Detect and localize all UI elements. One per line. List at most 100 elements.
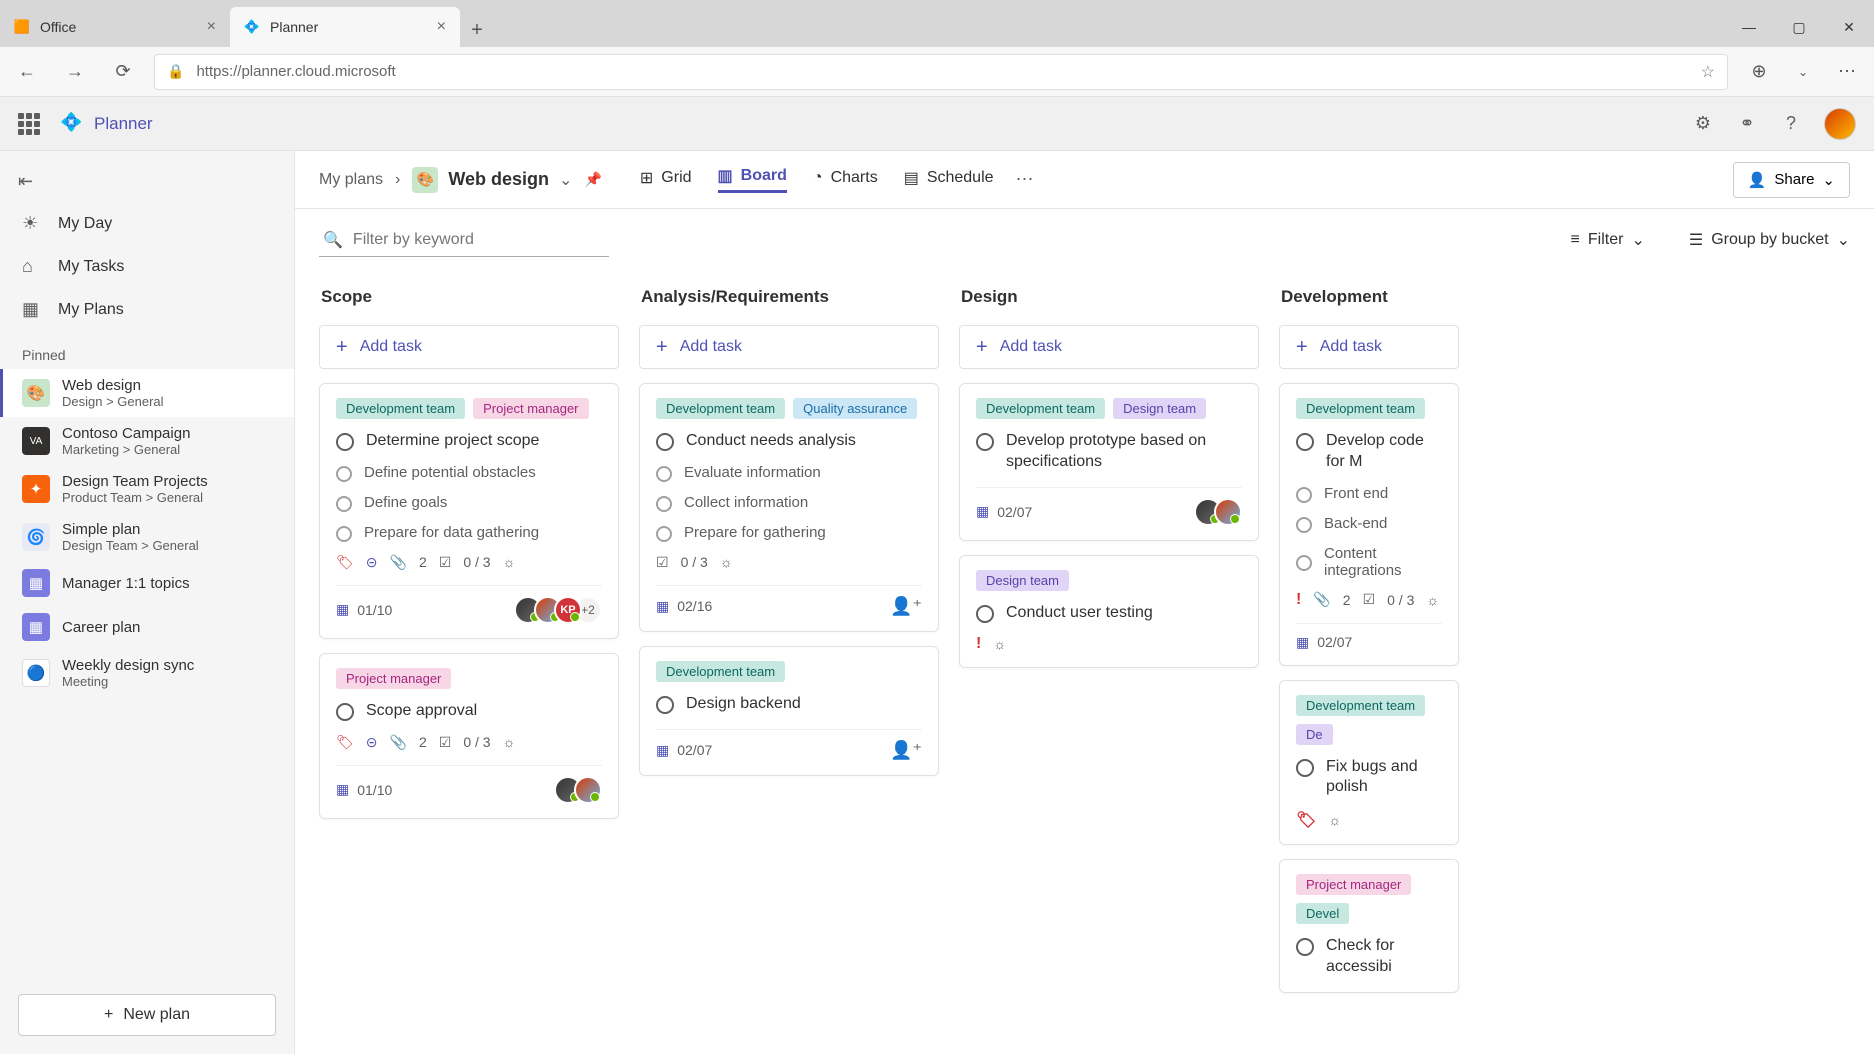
- assignee-avatars[interactable]: [554, 776, 602, 804]
- assign-icon[interactable]: 👤⁺: [890, 596, 922, 617]
- office-favicon: 🟧: [14, 19, 30, 35]
- task-card[interactable]: Development teamDesign team Develop prot…: [959, 383, 1259, 541]
- complete-checkbox[interactable]: [1296, 759, 1314, 777]
- subtask-checkbox[interactable]: [656, 526, 672, 542]
- subtask-checkbox[interactable]: [1296, 517, 1312, 533]
- pin-icon[interactable]: 📌: [584, 171, 601, 188]
- settings-icon[interactable]: ⚙: [1692, 113, 1714, 135]
- complete-checkbox[interactable]: [1296, 433, 1314, 451]
- subtask-checkbox[interactable]: [336, 466, 352, 482]
- sidebar-plan-simple[interactable]: 🌀 Simple plan Design Team > General: [0, 513, 294, 561]
- complete-checkbox[interactable]: [656, 433, 674, 451]
- board[interactable]: Scope +Add task Development teamProject …: [295, 271, 1874, 1054]
- browser-tab-planner[interactable]: 💠 Planner ×: [230, 7, 460, 47]
- sidebar-plan-career[interactable]: ▦ Career plan: [0, 605, 294, 649]
- maximize-button[interactable]: ▢: [1774, 7, 1824, 47]
- task-card[interactable]: Development team Design backend ▦02/07 👤…: [639, 646, 939, 776]
- complete-checkbox[interactable]: [976, 605, 994, 623]
- subtask-checkbox[interactable]: [656, 466, 672, 482]
- people-icon[interactable]: ⚭: [1736, 113, 1758, 135]
- assignee-avatars[interactable]: [1194, 498, 1242, 526]
- filter-button[interactable]: ≡ Filter ⌄: [1571, 230, 1645, 250]
- group-by-button[interactable]: ☰ Group by bucket ⌄: [1689, 230, 1850, 250]
- complete-checkbox[interactable]: [656, 696, 674, 714]
- subtask-checkbox[interactable]: [656, 496, 672, 512]
- subtask-checkbox[interactable]: [336, 526, 352, 542]
- complete-checkbox[interactable]: [336, 433, 354, 451]
- new-plan-button[interactable]: + New plan: [18, 994, 276, 1036]
- subtask-row[interactable]: Define goals: [336, 494, 602, 512]
- filter-search[interactable]: 🔍: [319, 224, 609, 257]
- task-card[interactable]: Development team Develop code for M Fron…: [1279, 383, 1459, 666]
- task-card[interactable]: Development teamQuality assurance Conduc…: [639, 383, 939, 632]
- breadcrumb-root[interactable]: My plans: [319, 171, 383, 189]
- complete-checkbox[interactable]: [1296, 938, 1314, 956]
- plan-icon: 🔵: [22, 659, 50, 687]
- close-window-button[interactable]: ✕: [1824, 7, 1874, 47]
- subtask-row[interactable]: Front end: [1296, 485, 1442, 503]
- bucket-title[interactable]: Development: [1279, 283, 1459, 311]
- share-button[interactable]: 👤 Share ⌄: [1733, 162, 1850, 198]
- help-icon[interactable]: ?: [1780, 113, 1802, 135]
- user-avatar[interactable]: [1824, 108, 1856, 140]
- add-task-button[interactable]: +Add task: [959, 325, 1259, 369]
- minimize-button[interactable]: —: [1724, 7, 1774, 47]
- sidebar-item-my-day[interactable]: ☀ My Day: [0, 202, 294, 245]
- subtask-row[interactable]: Prepare for gathering: [656, 524, 922, 542]
- sidebar-plan-weekly-sync[interactable]: 🔵 Weekly design sync Meeting: [0, 649, 294, 697]
- sidebar-plan-design-team[interactable]: ✦ Design Team Projects Product Team > Ge…: [0, 465, 294, 513]
- sidebar-item-my-plans[interactable]: ▦ My Plans: [0, 288, 294, 331]
- filter-input[interactable]: [353, 231, 605, 249]
- favorite-icon[interactable]: ☆: [1701, 62, 1715, 82]
- back-button[interactable]: ←: [10, 55, 44, 89]
- view-grid[interactable]: ⊞Grid: [640, 166, 692, 193]
- subtask-row[interactable]: Back-end: [1296, 515, 1442, 533]
- complete-checkbox[interactable]: [976, 433, 994, 451]
- task-card[interactable]: Development teamDe Fix bugs and polish 🏷…: [1279, 680, 1459, 846]
- task-card[interactable]: Development teamProject manager Determin…: [319, 383, 619, 639]
- more-icon[interactable]: ⋯: [1016, 169, 1034, 190]
- new-tab-button[interactable]: +: [460, 13, 494, 47]
- subtask-row[interactable]: Evaluate information: [656, 464, 922, 482]
- subtask-checkbox[interactable]: [1296, 487, 1312, 503]
- subtask-checkbox[interactable]: [336, 496, 352, 512]
- assignee-avatars[interactable]: KP +2: [514, 596, 602, 624]
- url-input[interactable]: 🔒 https://planner.cloud.microsoft ☆: [154, 54, 1728, 90]
- forward-button[interactable]: →: [58, 55, 92, 89]
- sidebar-plan-manager-11[interactable]: ▦ Manager 1:1 topics: [0, 561, 294, 605]
- bucket-title[interactable]: Design: [959, 283, 1259, 311]
- close-tab-icon[interactable]: ×: [207, 18, 216, 36]
- subtask-row[interactable]: Collect information: [656, 494, 922, 512]
- view-schedule[interactable]: ▤Schedule: [904, 166, 994, 193]
- sidebar-item-my-tasks[interactable]: ⌂ My Tasks: [0, 245, 294, 288]
- subtask-row[interactable]: Prepare for data gathering: [336, 524, 602, 542]
- subtask-checkbox[interactable]: [1296, 555, 1312, 571]
- close-tab-icon[interactable]: ×: [437, 18, 446, 36]
- task-card[interactable]: Project managerDevel Check for accessibi: [1279, 859, 1459, 993]
- task-card[interactable]: Project manager Scope approval 🏷 ⊝ 📎2 ☑0…: [319, 653, 619, 819]
- bucket-title[interactable]: Analysis/Requirements: [639, 283, 939, 311]
- assign-icon[interactable]: 👤⁺: [890, 740, 922, 761]
- subtask-row[interactable]: Define potential obstacles: [336, 464, 602, 482]
- bucket-title[interactable]: Scope: [319, 283, 619, 311]
- plus-icon: +: [1296, 336, 1308, 359]
- task-card[interactable]: Design team Conduct user testing ! ☼: [959, 555, 1259, 669]
- browser-tab-office[interactable]: 🟧 Office ×: [0, 7, 230, 47]
- plan-title-selector[interactable]: 🎨 Web design ⌄: [412, 167, 572, 193]
- refresh-button[interactable]: ⟳: [106, 55, 140, 89]
- add-task-button[interactable]: +Add task: [319, 325, 619, 369]
- complete-checkbox[interactable]: [336, 703, 354, 721]
- view-charts[interactable]: ◔Charts: [813, 166, 878, 193]
- view-board[interactable]: ▥Board: [718, 166, 787, 193]
- chevron-down-icon[interactable]: ⌄: [1786, 55, 1820, 89]
- collapse-sidebar-icon[interactable]: ⇤: [0, 161, 294, 202]
- collections-icon[interactable]: ⊕: [1742, 55, 1776, 89]
- calendar-icon: ▦: [336, 781, 349, 798]
- app-launcher-icon[interactable]: [18, 113, 40, 135]
- sidebar-plan-web-design[interactable]: 🎨 Web design Design > General: [0, 369, 294, 417]
- subtask-row[interactable]: Content integrations: [1296, 545, 1442, 579]
- browser-menu-icon[interactable]: ⋯: [1830, 55, 1864, 89]
- sidebar-plan-contoso[interactable]: VA Contoso Campaign Marketing > General: [0, 417, 294, 465]
- add-task-button[interactable]: +Add task: [639, 325, 939, 369]
- add-task-button[interactable]: +Add task: [1279, 325, 1459, 369]
